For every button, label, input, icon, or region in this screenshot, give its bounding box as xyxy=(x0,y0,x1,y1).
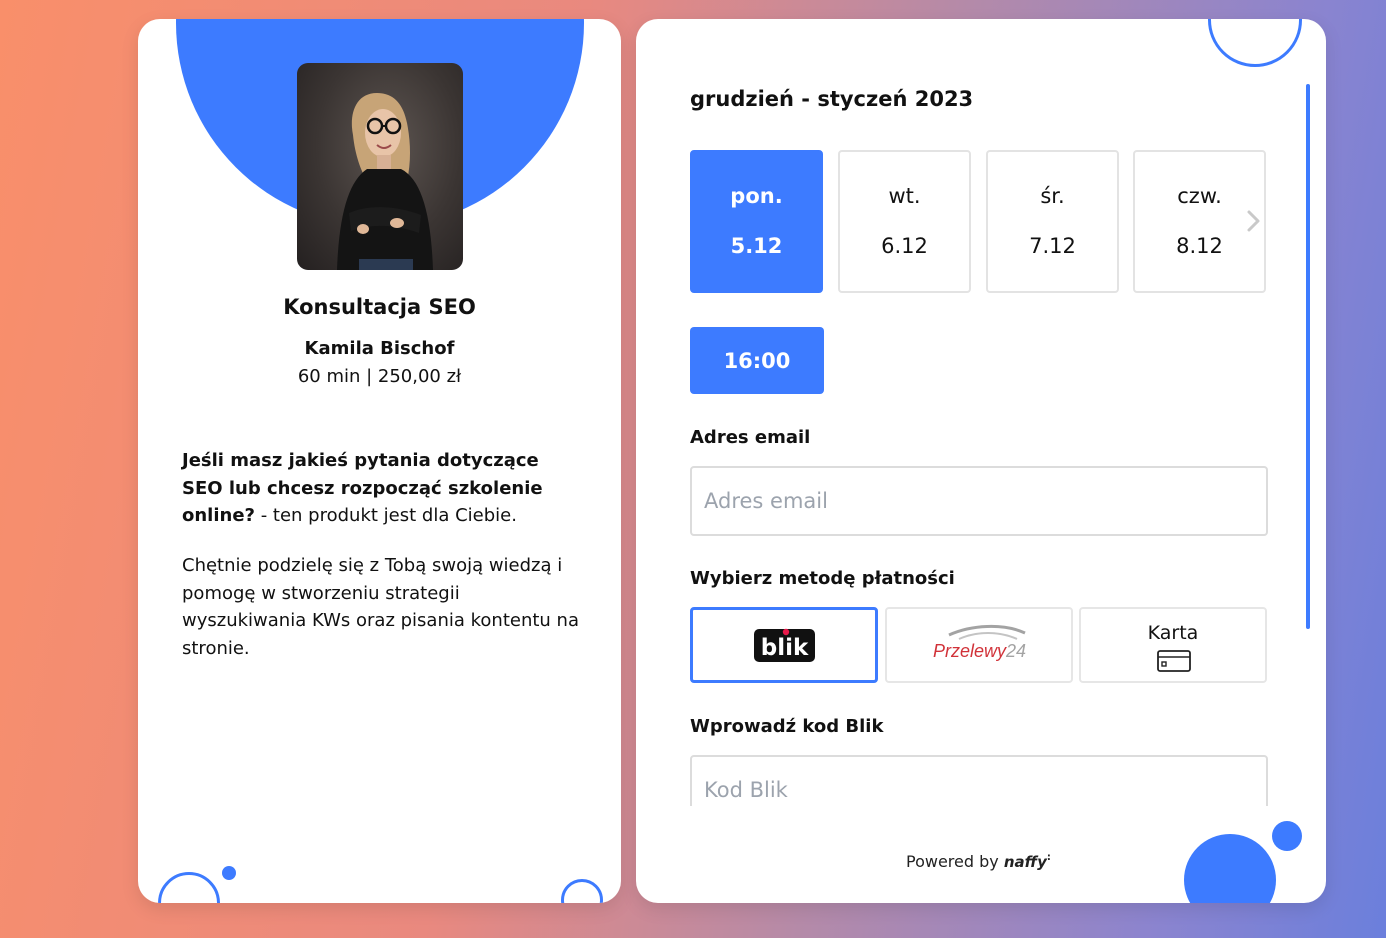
product-description: Jeśli masz jakieś pytania dotyczące SEO … xyxy=(182,447,582,530)
time-slot-button[interactable]: 16:00 xyxy=(690,327,824,394)
payment-option-blik[interactable]: blik xyxy=(690,607,878,683)
decorative-ring xyxy=(561,879,603,903)
booking-card: grudzień - styczeń 2023 pon. 5.12 wt. 6.… xyxy=(636,19,1326,903)
przelewy24-logo-icon: Przelewy24 xyxy=(933,624,1026,661)
svg-text:blik: blik xyxy=(761,635,809,661)
description-rest: - ten produkt jest dla Ciebie. xyxy=(254,505,517,526)
day-date: 6.12 xyxy=(881,234,928,258)
day-date: 8.12 xyxy=(1176,234,1223,258)
decorative-dot xyxy=(222,866,236,880)
day-card-wed[interactable]: śr. 7.12 xyxy=(986,150,1119,293)
svg-text:Przelewy24: Przelewy24 xyxy=(933,641,1026,661)
decorative-dot xyxy=(1272,821,1302,851)
author-photo xyxy=(297,63,463,270)
product-description-2: Chętnie podzielę się z Tobą swoją wiedzą… xyxy=(182,555,579,659)
email-label: Adres email xyxy=(690,427,811,448)
credit-card-icon xyxy=(1157,650,1191,672)
day-card-mon[interactable]: pon. 5.12 xyxy=(690,150,823,293)
calendar-month-label: grudzień - styczeń 2023 xyxy=(690,87,974,111)
naffy-logo: naffy xyxy=(1003,853,1047,871)
day-date: 5.12 xyxy=(730,234,783,258)
email-field[interactable] xyxy=(690,466,1268,536)
author-name: Kamila Bischof xyxy=(304,338,455,359)
scrollbar[interactable] xyxy=(1306,84,1310,629)
product-meta: 60 min | 250,00 zł xyxy=(297,366,462,387)
powered-by: Powered by naffy: xyxy=(906,852,1051,871)
decorative-ring xyxy=(158,872,220,903)
payment-option-card[interactable]: Karta xyxy=(1079,607,1267,683)
day-name: pon. xyxy=(730,184,783,208)
day-name: wt. xyxy=(888,184,921,208)
card-option-label: Karta xyxy=(1147,622,1199,644)
decorative-ring xyxy=(1208,19,1302,67)
blik-code-label: Wprowadź kod Blik xyxy=(690,716,884,737)
product-card: Konsultacja SEO Kamila Bischof 60 min | … xyxy=(138,19,621,903)
blik-logo-icon: blik xyxy=(754,628,815,662)
day-name: czw. xyxy=(1177,184,1222,208)
powered-by-text: Powered by xyxy=(906,852,999,871)
day-date: 7.12 xyxy=(1029,234,1076,258)
day-card-tue[interactable]: wt. 6.12 xyxy=(838,150,971,293)
payment-option-przelewy24[interactable]: Przelewy24 xyxy=(885,607,1073,683)
product-title: Konsultacja SEO xyxy=(283,295,476,319)
payment-method-label: Wybierz metodę płatności xyxy=(690,568,955,589)
chevron-right-icon[interactable] xyxy=(1244,207,1264,235)
day-name: śr. xyxy=(1040,184,1065,208)
